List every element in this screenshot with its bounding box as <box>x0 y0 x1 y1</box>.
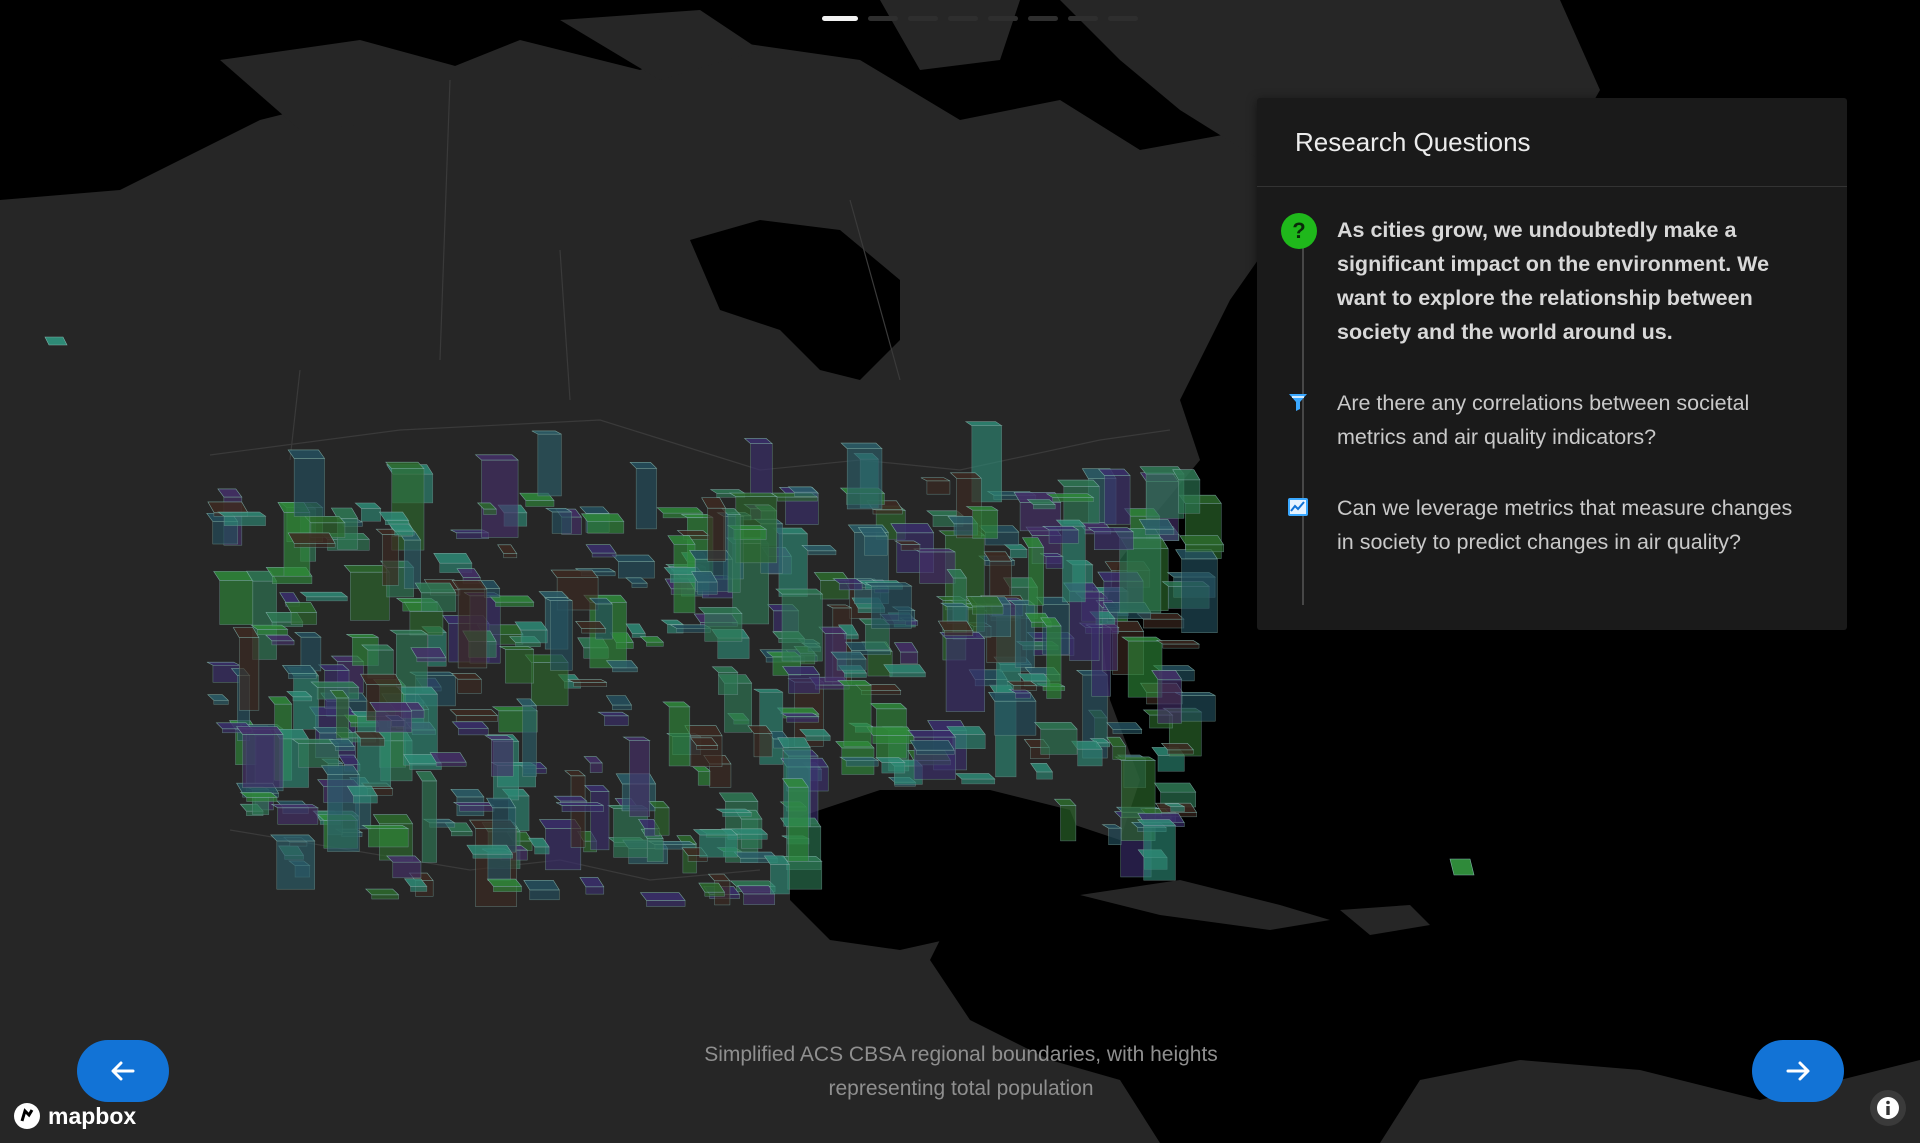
panel-title: Research Questions <box>1295 126 1531 157</box>
cbsa-region <box>466 844 514 859</box>
cbsa-region <box>698 607 743 642</box>
previous-button[interactable] <box>77 1040 169 1102</box>
cbsa-region <box>567 679 607 687</box>
cbsa-region <box>692 829 739 858</box>
map-stage[interactable]: Research Questions ? As cities grow, we … <box>0 0 1920 1143</box>
cbsa-region <box>1449 858 1475 876</box>
progress-segment <box>1028 16 1058 21</box>
funnel-icon <box>1286 390 1310 414</box>
cbsa-region <box>775 588 824 662</box>
attribution-info-button[interactable] <box>1870 1090 1906 1126</box>
progress-segment <box>988 16 1018 21</box>
cbsa-region <box>1121 636 1163 698</box>
cbsa-region <box>414 582 457 612</box>
cbsa-region <box>449 709 499 722</box>
map-caption: Simplified ACS CBSA regional boundaries,… <box>620 1038 1302 1106</box>
cbsa-region <box>909 740 955 755</box>
cbsa-region <box>913 548 956 584</box>
cbsa-region <box>864 582 913 629</box>
caption-line-1: Simplified ACS CBSA regional boundaries,… <box>704 1043 1218 1066</box>
research-questions-panel: Research Questions ? As cities grow, we … <box>1257 98 1847 630</box>
caption-line-2: representing total population <box>828 1077 1094 1100</box>
cbsa-region <box>611 554 656 579</box>
cbsa-region <box>939 632 986 712</box>
cbsa-region <box>1045 493 1095 502</box>
mapbox-logo-icon <box>14 1103 40 1129</box>
progress-segment <box>1108 16 1138 21</box>
cbsa-region <box>369 701 413 733</box>
cbsa-region <box>988 691 1037 736</box>
progress-segment <box>948 16 978 21</box>
cbsa-region <box>270 803 319 825</box>
cbsa-region <box>883 664 926 678</box>
progress-segment <box>908 16 938 21</box>
question-text: Are there any correlations between socie… <box>1337 391 1750 449</box>
panel-header: Research Questions <box>1257 98 1847 187</box>
cbsa-region <box>1034 722 1078 755</box>
cbsa-region <box>1155 640 1201 649</box>
cbsa-region <box>453 801 495 812</box>
cbsa-region <box>217 511 267 526</box>
cbsa-region <box>270 834 316 890</box>
cbsa-region <box>954 773 996 785</box>
mapbox-logo[interactable]: mapbox <box>12 1101 136 1131</box>
arrow-left-icon <box>111 1061 135 1081</box>
question-icon: ? <box>1281 213 1317 249</box>
cbsa-region <box>840 442 883 510</box>
progress-segment <box>1068 16 1098 21</box>
cbsa-region <box>287 532 336 548</box>
progress-segment <box>868 16 898 21</box>
slide-progress <box>822 16 1138 21</box>
next-button[interactable] <box>1752 1040 1844 1102</box>
cbsa-region <box>361 825 410 848</box>
progress-segment <box>822 16 858 21</box>
cbsa-region <box>669 624 712 633</box>
cbsa-region <box>580 513 625 534</box>
question-item: Can we leverage metrics that measure cha… <box>1288 491 1811 559</box>
info-icon <box>1877 1097 1899 1119</box>
question-list: ? As cities grow, we undoubtedly make a … <box>1257 187 1847 605</box>
cbsa-region <box>1179 535 1225 553</box>
line-chart-icon <box>1286 495 1310 519</box>
cbsa-region <box>639 892 686 907</box>
cbsa-region <box>299 591 349 602</box>
question-item: Are there any correlations between socie… <box>1289 386 1811 454</box>
question-text: As cities grow, we undoubtedly make a si… <box>1337 218 1770 344</box>
cbsa-region <box>1087 527 1135 550</box>
question-item: ? As cities grow, we undoubtedly make a … <box>1281 213 1811 349</box>
cbsa-region <box>555 802 604 812</box>
cbsa-region <box>1175 549 1218 633</box>
mapbox-logo-text: mapbox <box>48 1102 137 1129</box>
cbsa-region <box>291 738 340 768</box>
cbsa-region <box>866 726 915 744</box>
timeline-connector <box>1302 245 1304 605</box>
cbsa-region <box>44 336 68 346</box>
arrow-right-icon <box>1786 1061 1810 1081</box>
cbsa-region <box>474 454 519 538</box>
cbsa-region <box>907 730 957 780</box>
cbsa-region <box>213 571 254 625</box>
cbsa-region <box>236 726 284 789</box>
question-text: Can we leverage metrics that measure cha… <box>1337 496 1793 554</box>
